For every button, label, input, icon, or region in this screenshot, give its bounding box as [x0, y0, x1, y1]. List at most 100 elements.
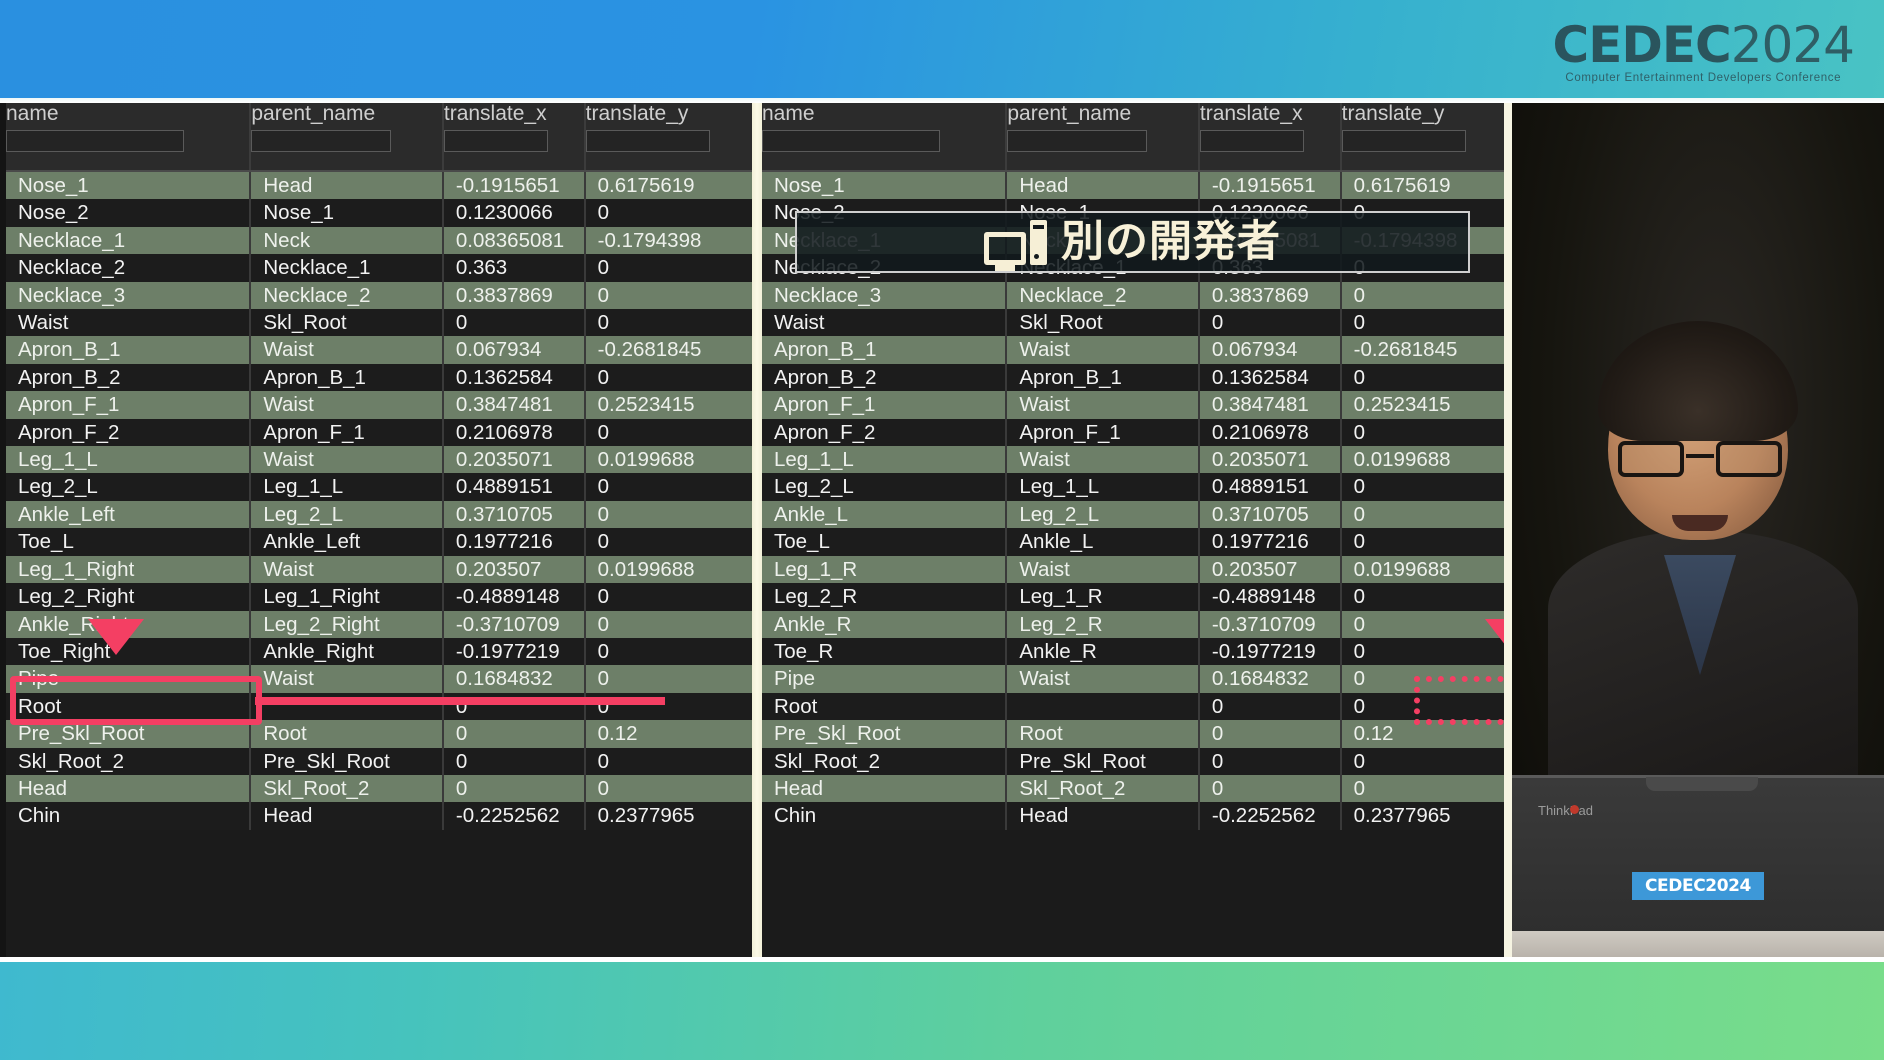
header-cell-translate-y[interactable]: translate_y: [584, 103, 754, 172]
table-row[interactable]: Leg_1_L Waist 0.2035071 0.0199688: [762, 446, 1509, 474]
header-cell-translate-x-right[interactable]: translate_x: [1198, 103, 1342, 172]
cell-translate-y: 0: [584, 774, 753, 803]
filter-input-translate-x[interactable]: [443, 130, 548, 152]
cell-parent-name: Necklace_2: [1006, 281, 1200, 310]
table-row[interactable]: Apron_F_2 Apron_F_1 0.2106978 0: [6, 418, 753, 447]
header-cell-translate-x[interactable]: translate_x: [442, 103, 586, 172]
cell-translate-y: 0: [584, 418, 753, 447]
left-table-panel[interactable]: name parent_name translate_x translate_y…: [6, 103, 754, 958]
cell-name: Leg_2_Right: [6, 583, 252, 611]
cell-translate-x: 0.067934: [1198, 336, 1342, 364]
header-label-translate-y-right: translate_y: [1341, 103, 1445, 125]
table-row[interactable]: Root 0 0: [762, 692, 1509, 721]
table-row[interactable]: Leg_2_Right Leg_1_Right -0.4889148 0: [6, 583, 753, 611]
table-row[interactable]: Leg_2_R Leg_1_R -0.4889148 0: [762, 583, 1509, 611]
table-row[interactable]: Apron_F_1 Waist 0.3847481 0.2523415: [6, 391, 753, 419]
header-cell-name[interactable]: name: [6, 103, 252, 172]
cell-parent-name: Ankle_Right: [250, 637, 444, 666]
table-row[interactable]: Leg_1_Right Waist 0.203507 0.0199688: [6, 555, 753, 584]
cell-parent-name: Leg_2_Right: [250, 610, 444, 638]
cell-translate-x: 0.4889151: [442, 473, 586, 501]
mapping-connector-line: [255, 697, 665, 705]
cell-name: Apron_F_2: [762, 418, 1008, 447]
cell-name: Toe_L: [762, 528, 1008, 556]
cell-translate-x: 0.067934: [442, 336, 586, 364]
table-row[interactable]: Head Skl_Root_2 0 0: [762, 774, 1509, 803]
filter-input-translate-y-right[interactable]: [1341, 130, 1466, 152]
header-cell-name-right[interactable]: name: [762, 103, 1008, 172]
table-row[interactable]: Pre_Skl_Root Root 0 0.12: [762, 720, 1509, 748]
cell-parent-name: Waist: [1006, 336, 1200, 364]
cell-parent-name: Waist: [250, 555, 444, 584]
table-row[interactable]: Ankle_R Leg_2_R -0.3710709 0: [762, 610, 1509, 638]
cell-parent-name: Head: [1006, 802, 1200, 830]
cell-translate-y: 0: [1340, 281, 1509, 310]
table-row[interactable]: Necklace_1Neck0.08365081-0.1794398: [6, 226, 753, 255]
cell-translate-y: 0: [1340, 500, 1509, 529]
table-row[interactable]: Apron_F_2 Apron_F_1 0.2106978 0: [762, 418, 1509, 447]
table-row[interactable]: Apron_B_2 Apron_B_1 0.1362584 0: [6, 363, 753, 392]
cell-parent-name: Skl_Root: [1006, 309, 1200, 337]
table-row[interactable]: Toe_L Ankle_Left 0.1977216 0: [6, 528, 753, 556]
highlight-box-solid-left: [10, 676, 262, 725]
cell-translate-x: -0.4889148: [1198, 583, 1342, 611]
table-row[interactable]: Apron_B_2 Apron_B_1 0.1362584 0: [762, 363, 1509, 392]
table-row[interactable]: Toe_L Ankle_L 0.1977216 0: [762, 528, 1509, 556]
table-row[interactable]: Leg_2_L Leg_1_L 0.4889151 0: [6, 473, 753, 501]
glasses-lens-left: [1618, 441, 1684, 477]
filter-input-parent-name[interactable]: [251, 130, 392, 152]
table-row[interactable]: Ankle_L Leg_2_L 0.3710705 0: [762, 500, 1509, 529]
cell-name: Waist: [762, 309, 1008, 337]
filter-input-translate-x-right[interactable]: [1199, 130, 1304, 152]
cell-parent-name: Skl_Root: [250, 309, 444, 337]
cell-parent-name: Apron_F_1: [1006, 418, 1200, 447]
header-cell-parent-name[interactable]: parent_name: [250, 103, 444, 172]
cell-parent-name: Necklace_1: [250, 254, 444, 282]
cell-translate-x: 0.2106978: [442, 418, 586, 447]
table-row[interactable]: Chin Head -0.2252562 0.2377965: [6, 802, 753, 830]
cell-parent-name: Head: [1006, 171, 1200, 200]
header-cell-translate-y-right[interactable]: translate_y: [1340, 103, 1510, 172]
table-row[interactable]: Waist Skl_Root 0 0: [762, 309, 1509, 337]
filter-input-name[interactable]: [6, 130, 184, 152]
cell-name: Ankle_Left: [6, 500, 252, 529]
table-row[interactable]: Leg_2_L Leg_1_L 0.4889151 0: [762, 473, 1509, 501]
cell-translate-x: 0.1977216: [442, 528, 586, 556]
table-row[interactable]: Necklace_2Necklace_10.3630: [6, 254, 753, 282]
table-row[interactable]: Apron_B_1 Waist 0.067934 -0.2681845: [762, 336, 1509, 364]
cell-name: Apron_F_1: [6, 391, 252, 419]
table-row[interactable]: Skl_Root_2 Pre_Skl_Root 0 0: [762, 747, 1509, 775]
cell-translate-x: 0.363: [442, 254, 586, 282]
table-row[interactable]: Nose_1 Head -0.1915651 0.6175619: [762, 171, 1509, 200]
header-cell-parent-name-right[interactable]: parent_name: [1006, 103, 1200, 172]
table-row[interactable]: Nose_2Nose_10.12300660: [6, 199, 753, 227]
table-row[interactable]: Apron_B_1 Waist 0.067934 -0.2681845: [6, 336, 753, 364]
table-row[interactable]: Head Skl_Root_2 0 0: [6, 774, 753, 803]
cell-translate-x: 0.2106978: [1198, 418, 1342, 447]
table-row[interactable]: Necklace_3 Necklace_2 0.3837869 0: [6, 281, 753, 310]
table-row[interactable]: Ankle_Left Leg_2_L 0.3710705 0: [6, 500, 753, 529]
table-row[interactable]: Necklace_3 Necklace_2 0.3837869 0: [762, 281, 1509, 310]
cell-name: Root: [762, 692, 1008, 721]
cell-name: Nose_1: [762, 171, 1008, 200]
cell-parent-name: Apron_F_1: [250, 418, 444, 447]
cell-translate-x: -0.1977219: [442, 637, 586, 666]
table-row[interactable]: Leg_1_L Waist 0.2035071 0.0199688: [6, 446, 753, 474]
table-row[interactable]: Nose_1 Head -0.1915651 0.6175619: [6, 171, 753, 200]
filter-input-parent-name-right[interactable]: [1007, 130, 1148, 152]
cell-translate-y: 0: [1340, 774, 1509, 803]
cell-name: Apron_B_1: [762, 336, 1008, 364]
table-row[interactable]: Toe_R Ankle_R -0.1977219 0: [762, 637, 1509, 666]
table-row[interactable]: Waist Skl_Root 0 0: [6, 309, 753, 337]
cell-translate-y: 0: [584, 610, 753, 638]
filter-input-name-right[interactable]: [762, 130, 940, 152]
filter-input-translate-y[interactable]: [585, 130, 710, 152]
header-label-parent-name: parent_name: [251, 103, 376, 125]
table-row[interactable]: Skl_Root_2 Pre_Skl_Root 0 0: [6, 747, 753, 775]
table-row[interactable]: Leg_1_R Waist 0.203507 0.0199688: [762, 555, 1509, 584]
table-row[interactable]: Apron_F_1 Waist 0.3847481 0.2523415: [762, 391, 1509, 419]
cell-translate-y: 0: [584, 500, 753, 529]
table-row[interactable]: Pipe Waist 0.1684832 0: [762, 665, 1509, 693]
table-row[interactable]: Chin Head -0.2252562 0.2377965: [762, 802, 1509, 830]
cell-parent-name: Leg_1_Right: [250, 583, 444, 611]
